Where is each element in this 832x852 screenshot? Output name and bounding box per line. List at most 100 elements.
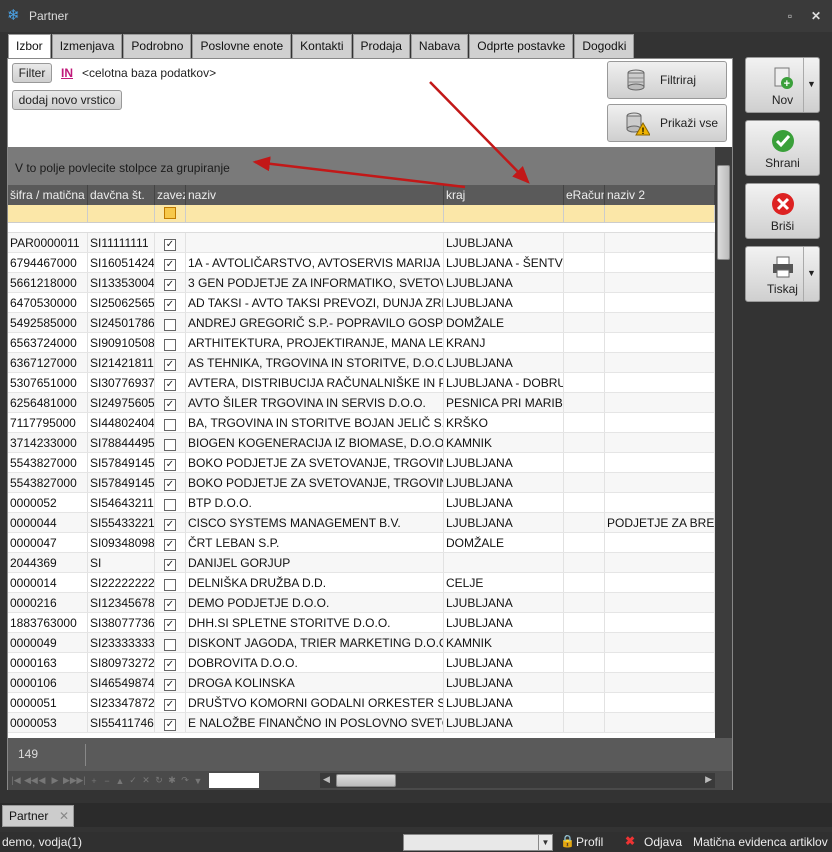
filter-cell-naziv2[interactable]	[605, 205, 715, 222]
cell-naziv[interactable]: ČRT LEBAN S.P.	[186, 533, 444, 552]
cell-naziv2[interactable]	[605, 293, 715, 312]
zavez-checkbox[interactable]: ✓	[164, 699, 176, 711]
cell-naziv2[interactable]	[605, 493, 715, 512]
cell-sifra[interactable]: 1883763000	[8, 613, 88, 632]
cell-eracun[interactable]	[564, 373, 605, 392]
cell-kraj[interactable]: LJUBLJANA - DOBRUN	[444, 373, 564, 392]
cell-eracun[interactable]	[564, 453, 605, 472]
cell-naziv[interactable]: DISKONT JAGODA, TRIER MARKETING D.O.O.	[186, 633, 444, 652]
cell-naziv[interactable]: ANDREJ GREGORIČ S.P.- POPRAVILO GOSPODIN	[186, 313, 444, 332]
cell-sifra[interactable]: 0000163	[8, 653, 88, 672]
combo-chevron-down-icon[interactable]: ▼	[538, 835, 552, 850]
cell-sifra[interactable]: 5307651000	[8, 373, 88, 392]
table-row[interactable]: 1883763000 SI38077736 ✓ DHH.SI SPLETNE STOR…	[8, 613, 715, 633]
zavez-checkbox[interactable]: ✓	[164, 599, 176, 611]
cell-naziv2[interactable]	[605, 353, 715, 372]
table-row[interactable]: 7117795000 SI44802404 BA, TRGOVINA IN STOR…	[8, 413, 715, 433]
table-row[interactable]: 0000051 SI23347872 ✓ DRUŠTVO KOMORNI GODALN…	[8, 693, 715, 713]
scroll-right-icon[interactable]: ▶	[705, 774, 712, 785]
zavez-checkbox[interactable]	[164, 499, 176, 511]
cell-naziv[interactable]: DROGA KOLINSKA	[186, 673, 444, 692]
zavez-checkbox[interactable]: ✓	[164, 459, 176, 471]
zavez-checkbox[interactable]: ✓	[164, 519, 176, 531]
cell-zavez[interactable]: ✓	[155, 473, 186, 492]
cell-davcna[interactable]: SI09348098	[88, 533, 155, 552]
cell-zavez[interactable]: ✓	[155, 273, 186, 292]
cell-naziv[interactable]: BIOGEN KOGENERACIJA IZ BIOMASE, D.O.O.	[186, 433, 444, 452]
cell-zavez[interactable]	[155, 433, 186, 452]
cell-eracun[interactable]	[564, 353, 605, 372]
cell-naziv2[interactable]	[605, 273, 715, 292]
cell-zavez[interactable]: ✓	[155, 513, 186, 532]
cell-zavez[interactable]: ✓	[155, 233, 186, 252]
cell-sifra[interactable]: 6563724000	[8, 333, 88, 352]
table-row[interactable]: 6794467000 SI16051424 ✓ 1A - AVTOLIČARSTVO,…	[8, 253, 715, 273]
cell-kraj[interactable]	[444, 553, 564, 572]
cell-naziv[interactable]: DRUŠTVO KOMORNI GODALNI ORKESTER SF	[186, 693, 444, 712]
zavez-checkbox[interactable]: ✓	[164, 399, 176, 411]
cell-naziv[interactable]: 3 GEN PODJETJE ZA INFORMATIKO, SVETOVAN.	[186, 273, 444, 292]
profil-link[interactable]: Profil	[576, 835, 603, 849]
cell-zavez[interactable]	[155, 413, 186, 432]
table-row[interactable]: 2044369 SI ✓ DANIJEL GORJUP	[8, 553, 715, 573]
cell-zavez[interactable]	[155, 333, 186, 352]
cell-kraj[interactable]: LJUBLJANA	[444, 353, 564, 372]
cell-sifra[interactable]: PAR0000011	[8, 233, 88, 252]
column-header-naziv[interactable]: naziv	[186, 185, 444, 205]
tab-kontakti[interactable]: Kontakti	[292, 34, 352, 58]
cell-naziv2[interactable]: PODJETJE ZA BREZIC	[605, 513, 715, 532]
cell-naziv2[interactable]	[605, 393, 715, 412]
filter-cell-naziv[interactable]	[186, 205, 444, 222]
odjava-link[interactable]: Odjava	[644, 835, 682, 849]
cell-eracun[interactable]	[564, 393, 605, 412]
nav-post-icon[interactable]: ✓	[128, 775, 138, 786]
table-row[interactable]: PAR0000011 SI11111111 ✓ LJUBLJANA	[8, 233, 715, 253]
zavez-checkbox[interactable]	[164, 579, 176, 591]
cell-davcna[interactable]: SI	[88, 553, 155, 572]
filter-button[interactable]: Filter	[12, 63, 52, 83]
cell-kraj[interactable]: PESNICA PRI MARIBO	[444, 393, 564, 412]
zavez-checkbox[interactable]: ✓	[164, 659, 176, 671]
table-row[interactable]: 5307651000 SI30776937 ✓ AVTERA, DISTRIBUCIJ…	[8, 373, 715, 393]
table-row[interactable]: 6256481000 SI24975605 ✓ AVTO ŠILER TRGOVINA…	[8, 393, 715, 413]
cell-sifra[interactable]: 5661218000	[8, 273, 88, 292]
cell-naziv2[interactable]	[605, 333, 715, 352]
cell-zavez[interactable]: ✓	[155, 593, 186, 612]
cell-sifra[interactable]: 6256481000	[8, 393, 88, 412]
cell-sifra[interactable]: 5543827000	[8, 473, 88, 492]
table-row[interactable]: 6563724000 SI90910508 ARTHITEKTURA, PROJEK…	[8, 333, 715, 353]
cell-eracun[interactable]	[564, 713, 605, 732]
cell-kraj[interactable]: LJUBLJANA	[444, 713, 564, 732]
cell-sifra[interactable]: 5492585000	[8, 313, 88, 332]
cell-eracun[interactable]	[564, 693, 605, 712]
cell-davcna[interactable]: SI11111111	[88, 233, 155, 252]
table-row[interactable]: 0000163 SI80973272 ✓ DOBROVITA D.O.O. LJUBLJ…	[8, 653, 715, 673]
cell-naziv[interactable]: BTP D.O.O.	[186, 493, 444, 512]
cell-kraj[interactable]: LJUBLJANA	[444, 273, 564, 292]
cell-kraj[interactable]: KAMNIK	[444, 433, 564, 452]
cell-naziv[interactable]: DEMO PODJETJE D.O.O.	[186, 593, 444, 612]
table-row[interactable]: 5492585000 SI24501786 ANDREJ GREGORIČ S.P.…	[8, 313, 715, 333]
nav-goto-icon[interactable]: ↷	[180, 775, 190, 786]
cell-sifra[interactable]: 0000106	[8, 673, 88, 692]
zavez-checkbox[interactable]: ✓	[164, 679, 176, 691]
zavez-checkbox[interactable]	[164, 639, 176, 651]
cell-davcna[interactable]: SI16051424	[88, 253, 155, 272]
close-button[interactable]: ✕	[808, 8, 824, 24]
zavez-checkbox[interactable]	[164, 419, 176, 431]
cell-naziv2[interactable]	[605, 233, 715, 252]
cell-sifra[interactable]: 6794467000	[8, 253, 88, 272]
nav-refresh-icon[interactable]: ↻	[154, 775, 164, 786]
cell-sifra[interactable]: 0000216	[8, 593, 88, 612]
table-row[interactable]: 5661218000 SI13353004 ✓ 3 GEN PODJETJE ZA I…	[8, 273, 715, 293]
table-row[interactable]: 0000216 SI12345678 ✓ DEMO PODJETJE D.O.O. LJ…	[8, 593, 715, 613]
zavez-checkbox[interactable]: ✓	[164, 619, 176, 631]
cell-kraj[interactable]: LJUBLJANA	[444, 473, 564, 492]
filter-cell-davcna[interactable]	[88, 205, 155, 222]
cell-sifra[interactable]: 0000051	[8, 693, 88, 712]
cell-eracun[interactable]	[564, 313, 605, 332]
cell-zavez[interactable]: ✓	[155, 693, 186, 712]
cell-eracun[interactable]	[564, 413, 605, 432]
cell-naziv[interactable]: CISCO SYSTEMS MANAGEMENT B.V.	[186, 513, 444, 532]
cell-eracun[interactable]	[564, 593, 605, 612]
